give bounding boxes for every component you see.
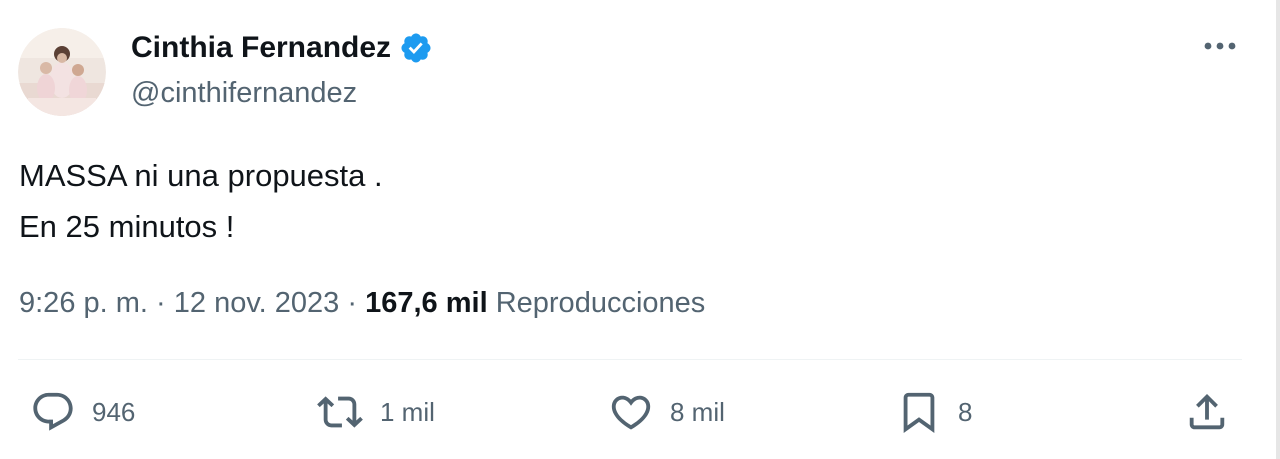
- views-label: Reproducciones: [495, 287, 706, 319]
- meta-separator: ·: [156, 287, 166, 319]
- bookmark-icon: [896, 389, 942, 435]
- like-button[interactable]: 8 mil: [608, 388, 725, 436]
- tweet-card: Cinthia Fernandez @cinthifernandez MASSA…: [0, 0, 1280, 459]
- tweet-metadata: 9:26 p. m. · 12 nov. 2023 · 167,6 mil Re…: [19, 285, 705, 321]
- bookmark-count: 8: [958, 396, 973, 427]
- author-name-row: Cinthia Fernandez: [131, 30, 433, 66]
- like-count: 8 mil: [670, 396, 725, 427]
- divider: [18, 359, 1242, 360]
- author-handle[interactable]: @cinthifernandez: [131, 76, 357, 110]
- tweet-date[interactable]: 12 nov. 2023: [174, 287, 340, 319]
- reply-button[interactable]: 946: [30, 388, 135, 436]
- more-horizontal-icon: [1200, 39, 1240, 57]
- retweet-icon: [316, 389, 364, 435]
- share-button[interactable]: [1184, 388, 1230, 436]
- tweet-text-line: En 25 minutos !: [19, 209, 235, 244]
- avatar[interactable]: [18, 28, 106, 116]
- reply-count: 946: [92, 396, 136, 427]
- views-count: 167,6 mil: [365, 287, 488, 319]
- repost-button[interactable]: 1 mil: [316, 388, 435, 436]
- heart-icon: [608, 389, 654, 435]
- tweet-text-line: MASSA ni una propuesta .: [19, 158, 383, 193]
- bookmark-button[interactable]: 8: [896, 388, 972, 436]
- verified-badge-icon: [399, 31, 433, 65]
- meta-separator: ·: [347, 287, 358, 319]
- more-options-button[interactable]: [1196, 30, 1244, 66]
- repost-count: 1 mil: [380, 396, 435, 427]
- tweet-time[interactable]: 9:26 p. m.: [19, 287, 148, 319]
- author-name[interactable]: Cinthia Fernandez: [131, 30, 391, 66]
- reply-icon: [30, 389, 76, 435]
- share-icon: [1184, 389, 1230, 435]
- tweet-text: MASSA ni una propuesta . En 25 minutos !: [19, 150, 383, 252]
- window-edge: [1276, 0, 1280, 459]
